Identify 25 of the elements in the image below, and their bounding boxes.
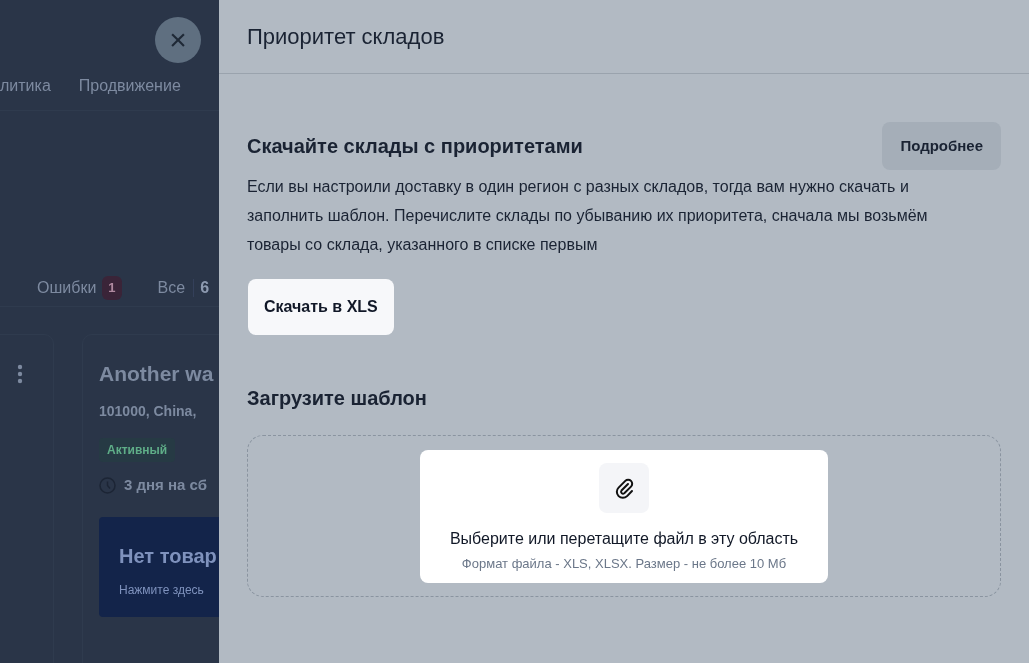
count-badge: 1 (102, 276, 122, 300)
nav-link[interactable]: литика (0, 74, 51, 98)
panel-title: Приоритет складов (247, 23, 445, 51)
tab-count: 6 (200, 278, 210, 298)
paperclip-icon (599, 462, 649, 513)
banner-title: Нет товар (119, 543, 218, 569)
banner[interactable]: Нет товар Нажмите здесь (99, 516, 219, 617)
section-heading: Скачайте склады с приоритетами (247, 134, 583, 159)
close-button[interactable]: × (155, 17, 201, 63)
nav-link[interactable]: Продвижение (78, 74, 181, 98)
address-text: 101000, China, (99, 402, 198, 421)
more-button[interactable]: Подробнее (882, 122, 1001, 170)
tab-label[interactable]: Все (157, 276, 186, 300)
more-icon[interactable] (17, 364, 23, 384)
tab-label[interactable]: Ошибки (37, 276, 97, 300)
banner-text: Нажмите здесь (119, 581, 205, 599)
download-button[interactable]: Скачать в XLS (248, 279, 394, 335)
card-title: Another wa (99, 361, 215, 387)
status-badge: Активный (99, 438, 176, 462)
description-text: Если вы настроили доставку в один регион с разных складов, тогда вам нужно скачать и заполнить шаблон. Перечислите склады по убыванию их приоритета, сначала мы возьмём товары со склада, указанного в списке первым (247, 177, 929, 255)
dropzone[interactable]: Выберите или перетащите файл в эту область Формат файла - XLS, XLSX. Размер - не более 10 Мб (247, 435, 1001, 597)
section-heading: Загрузите шаблон (247, 386, 428, 411)
dropzone-text: Выберите или перетащите файл в эту область (449, 528, 799, 549)
dropzone-hint: Формат файла - XLS, XLSX. Размер - не более 10 Мб (461, 554, 787, 573)
assembly-time: 3 дня на сб (124, 475, 207, 495)
